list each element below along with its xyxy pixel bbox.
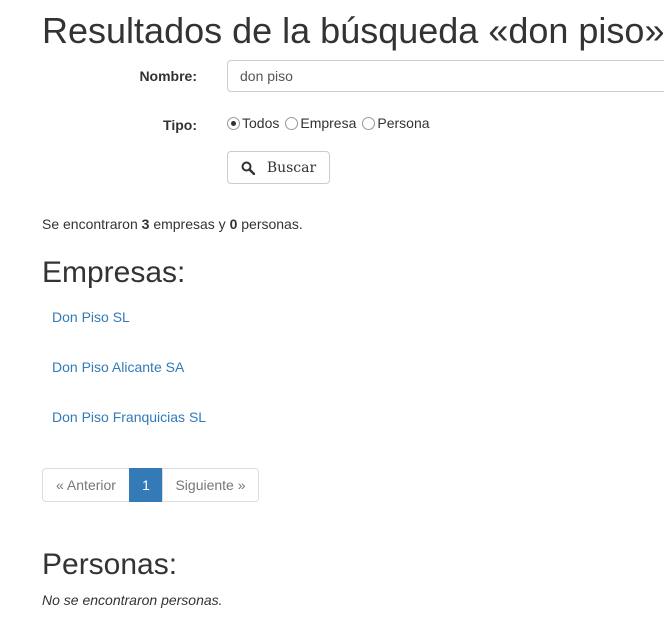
name-input[interactable] [227, 60, 664, 92]
list-item: Don Piso SL [52, 309, 206, 359]
companies-heading: Empresas: [42, 256, 186, 289]
pagination-page-1[interactable]: 1 [129, 468, 163, 502]
name-label: Nombre: [139, 68, 197, 84]
persons-count: 0 [229, 216, 238, 232]
company-link-don-piso-sl[interactable]: Don Piso SL [52, 309, 130, 325]
list-item: Don Piso Franquicias SL [52, 409, 206, 459]
radio-label-todos: Todos [242, 115, 280, 131]
search-button[interactable]: Buscar [227, 151, 330, 184]
company-link-don-piso-franquicias-sl[interactable]: Don Piso Franquicias SL [52, 409, 206, 425]
radio-option-todos[interactable]: Todos [227, 115, 279, 131]
page: Resultados de la búsqueda «don piso» Nom… [42, 0, 664, 637]
persons-heading: Personas: [42, 548, 178, 581]
type-radio-group: Todos Empresa Persona [227, 112, 436, 134]
companies-count: 3 [141, 216, 150, 232]
results-summary: Se encontraron 3 empresas y 0 personas. [42, 216, 303, 232]
radio-option-empresa[interactable]: Empresa [285, 115, 356, 131]
radio-option-persona[interactable]: Persona [362, 115, 430, 131]
radio-persona[interactable] [362, 116, 376, 130]
radio-todos[interactable] [227, 116, 240, 130]
summary-prefix: Se encontraron [42, 216, 138, 232]
type-label: Tipo: [163, 117, 197, 133]
pagination-prev-button[interactable]: « Anterior [42, 468, 130, 502]
radio-label-persona: Persona [377, 115, 430, 131]
summary-suffix: personas. [241, 216, 303, 232]
persons-empty-message: No se encontraron personas. [42, 592, 223, 608]
company-link-don-piso-alicante-sa[interactable]: Don Piso Alicante SA [52, 359, 184, 375]
companies-list: Don Piso SL Don Piso Alicante SA Don Pis… [52, 309, 206, 459]
pagination-next-button[interactable]: Siguiente » [162, 468, 259, 502]
list-item: Don Piso Alicante SA [52, 359, 206, 409]
page-title: Resultados de la búsqueda «don piso» [42, 10, 664, 51]
pagination: « Anterior 1 Siguiente » [42, 468, 259, 502]
search-button-label: Buscar [266, 159, 317, 176]
radio-empresa[interactable] [285, 116, 299, 130]
summary-middle: empresas y [153, 216, 226, 232]
radio-label-empresa: Empresa [300, 115, 357, 131]
search-icon [241, 161, 255, 175]
